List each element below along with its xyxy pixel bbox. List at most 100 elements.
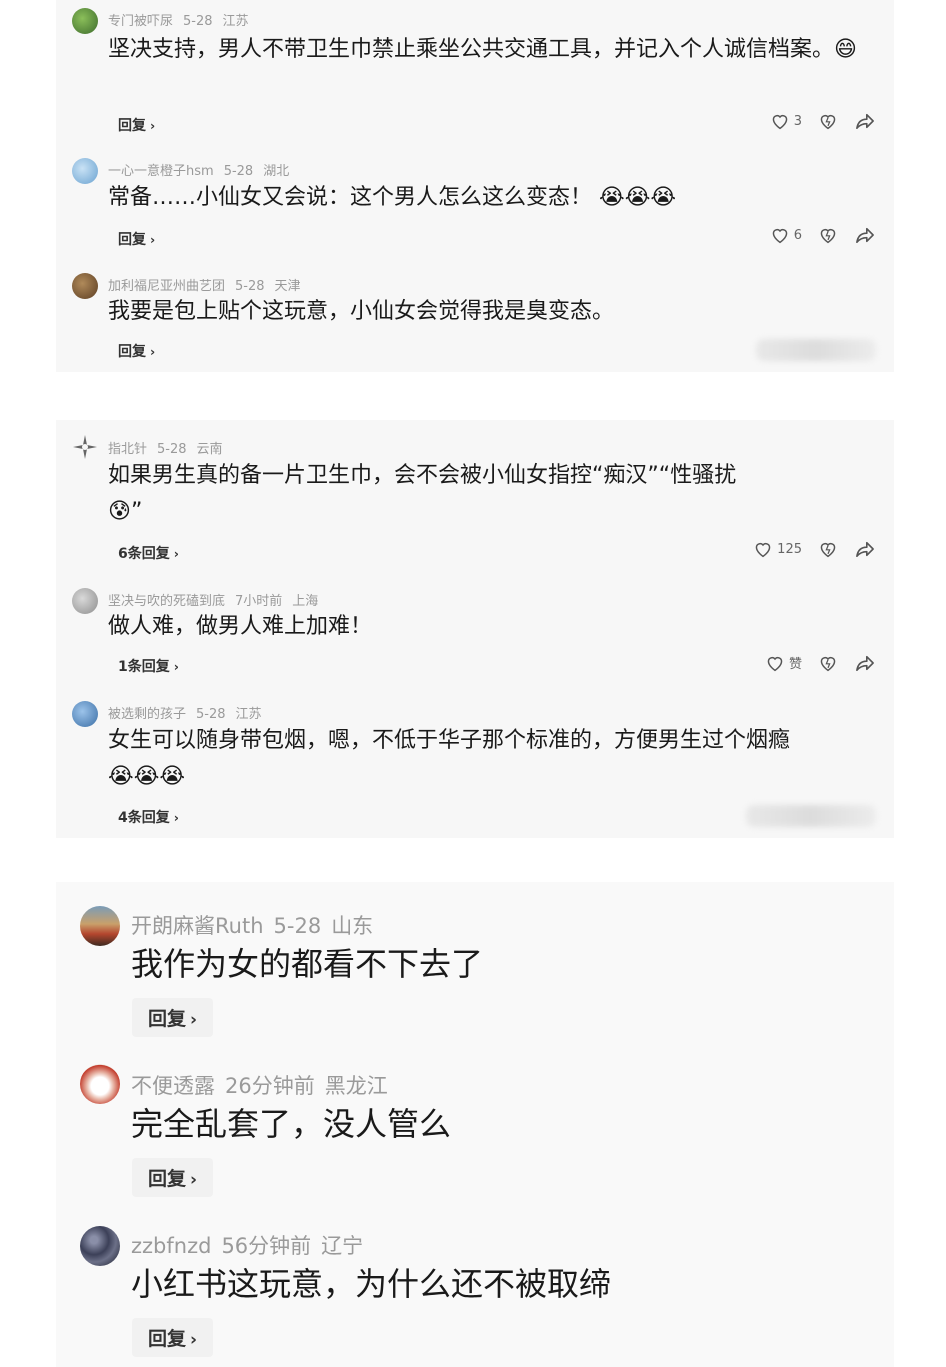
username[interactable]: 一心一意橙子hsm — [108, 164, 214, 179]
dislike-icon — [820, 542, 836, 558]
reply-button[interactable]: 回复 › — [118, 229, 155, 249]
comment-date: 5-28 — [273, 914, 322, 938]
comment-item: 指北针 5-28 云南 如果男生真的备一片卫生巾，会不会被小仙女指控“痴汉”“性骚扰… — [56, 420, 894, 580]
comment-actions: 赞 — [765, 653, 876, 672]
reply-button[interactable]: 6条回复 › — [118, 543, 179, 563]
avatar[interactable] — [80, 1064, 120, 1104]
comment-text: 我要是包上贴个这玩意，小仙女会觉得我是臭变态。 — [108, 299, 615, 324]
comment-meta: 不便透露 26分钟前 黑龙江 — [131, 1070, 398, 1100]
comment-location: 山东 — [331, 914, 374, 938]
reply-button[interactable]: 1条回复 › — [118, 656, 179, 676]
comment-text: 做人难，做男人难上加难！ — [108, 614, 373, 639]
watermark — [756, 339, 876, 361]
comment-location: 湖北 — [263, 164, 290, 179]
avatar[interactable] — [72, 588, 98, 614]
heart-icon — [767, 656, 783, 671]
reply-button[interactable]: 回复 › — [132, 998, 214, 1037]
comment-item: 专门被吓尿 5-28 江苏 坚决支持，男人不带卫生巾禁止乘坐公共交通工具，并记入个人… — [56, 0, 894, 150]
comment-meta: 开朗麻酱Ruth 5-28 山东 — [131, 910, 383, 940]
avatar[interactable] — [80, 1226, 120, 1266]
username[interactable]: zzbfnzd — [131, 1234, 211, 1258]
chevron-right-icon: › — [173, 810, 179, 825]
share-icon — [856, 113, 874, 130]
username[interactable]: 开朗麻酱Ruth — [131, 914, 264, 938]
share-icon — [856, 541, 874, 558]
dislike-icon — [820, 656, 836, 671]
chevron-right-icon: › — [173, 546, 179, 561]
chevron-right-icon: › — [190, 1170, 198, 1190]
comment-text: 如果男生真的备一片卫生巾，会不会被小仙女指控“痴汉”“性骚扰 😰” — [108, 458, 864, 530]
chevron-right-icon: › — [150, 344, 156, 359]
comment-meta: 坚决与吹的死磕到底 7小时前 上海 — [108, 590, 328, 609]
chevron-right-icon: › — [190, 1330, 198, 1350]
comment-meta: 被选剩的孩子 5-28 江苏 — [108, 703, 272, 722]
avatar[interactable] — [72, 273, 98, 299]
comment-item: zzbfnzd 56分钟前 辽宁 小红书这玩意，为什么还不被取缔 回复 › — [56, 1202, 894, 1367]
username[interactable]: 被选剩的孩子 — [108, 707, 186, 722]
crying-laugh-emoji: 😭😭😭 — [108, 764, 186, 789]
heart-icon — [772, 228, 788, 244]
chevron-right-icon: › — [190, 1010, 198, 1030]
comment-meta: zzbfnzd 56分钟前 辽宁 — [131, 1230, 373, 1260]
share-icon — [856, 227, 874, 244]
comment-actions: 3 — [770, 112, 876, 130]
share-button[interactable] — [854, 540, 876, 558]
comment-meta: 专门被吓尿 5-28 江苏 — [108, 10, 259, 29]
username[interactable]: 指北针 — [108, 442, 147, 457]
share-button[interactable] — [854, 112, 876, 130]
like-button[interactable]: 赞 — [765, 653, 802, 672]
comment-location: 江苏 — [222, 14, 249, 29]
compass-icon[interactable] — [72, 434, 98, 460]
avatar[interactable] — [80, 906, 120, 946]
reply-button[interactable]: 回复 › — [132, 1318, 214, 1357]
comment-location: 江苏 — [235, 707, 262, 722]
comment-date: 26分钟前 — [225, 1074, 315, 1098]
comment-meta: 加利福尼亚州曲艺团 5-28 天津 — [108, 275, 311, 294]
comment-actions: 125 — [753, 540, 876, 558]
username[interactable]: 坚决与吹的死磕到底 — [108, 594, 225, 609]
dislike-icon — [820, 114, 836, 130]
comment-meta: 一心一意橙子hsm 5-28 湖北 — [108, 160, 299, 179]
anxious-emoji: 😰 — [108, 499, 131, 524]
reply-button[interactable]: 回复 › — [118, 341, 155, 361]
comment-location: 辽宁 — [321, 1234, 364, 1258]
comment-panel-2: 指北针 5-28 云南 如果男生真的备一片卫生巾，会不会被小仙女指控“痴汉”“性骚扰… — [56, 420, 894, 838]
comment-panel-3: 开朗麻酱Ruth 5-28 山东 我作为女的都看不下去了 回复 › 不便透露 26分钟前… — [56, 882, 894, 1367]
dislike-button[interactable] — [818, 226, 838, 244]
comment-item: 被选剩的孩子 5-28 江苏 女生可以随身带包烟，嗯，不低于华子那个标准的，方便男生… — [56, 695, 894, 838]
dislike-button[interactable] — [818, 654, 838, 672]
share-button[interactable] — [854, 226, 876, 244]
comment-item: 坚决与吹的死磕到底 7小时前 上海 做人难，做男人难上加难！ 1条回复 › 赞 — [56, 580, 894, 695]
chevron-right-icon: › — [150, 232, 156, 247]
watermark — [746, 805, 876, 827]
heart-icon — [772, 114, 788, 130]
avatar[interactable] — [72, 8, 98, 34]
dislike-icon — [820, 228, 836, 244]
comment-item: 开朗麻酱Ruth 5-28 山东 我作为女的都看不下去了 回复 › — [56, 882, 894, 1042]
reply-button[interactable]: 回复 › — [132, 1158, 214, 1197]
comment-item: 一心一意橙子hsm 5-28 湖北 常备……小仙女又会说：这个男人怎么这么变态！ 😭… — [56, 150, 894, 265]
avatar[interactable] — [72, 701, 98, 727]
heart-icon — [755, 542, 771, 558]
comment-item: 不便透露 26分钟前 黑龙江 完全乱套了，没人管么 回复 › — [56, 1042, 894, 1202]
like-button[interactable]: 6 — [770, 226, 802, 244]
username[interactable]: 不便透露 — [131, 1074, 215, 1098]
like-count: 6 — [793, 227, 802, 243]
like-count: 赞 — [788, 657, 802, 672]
avatar[interactable] — [72, 158, 98, 184]
like-button[interactable]: 125 — [753, 540, 802, 558]
share-button[interactable] — [854, 654, 876, 672]
dislike-button[interactable] — [818, 112, 838, 130]
like-button[interactable]: 3 — [770, 112, 802, 130]
chevron-right-icon: › — [150, 118, 156, 133]
comment-date: 5-28 — [157, 442, 187, 457]
comment-date: 56分钟前 — [221, 1234, 312, 1258]
username[interactable]: 加利福尼亚州曲艺团 — [108, 279, 225, 294]
chevron-right-icon: › — [173, 659, 179, 674]
username[interactable]: 专门被吓尿 — [108, 14, 173, 29]
dislike-button[interactable] — [818, 540, 838, 558]
reply-button[interactable]: 回复 › — [118, 115, 155, 135]
comment-item: 加利福尼亚州曲艺团 5-28 天津 我要是包上贴个这玩意，小仙女会觉得我是臭变态。 … — [56, 265, 894, 372]
reply-button[interactable]: 4条回复 › — [118, 807, 179, 827]
comment-location: 天津 — [274, 279, 301, 294]
